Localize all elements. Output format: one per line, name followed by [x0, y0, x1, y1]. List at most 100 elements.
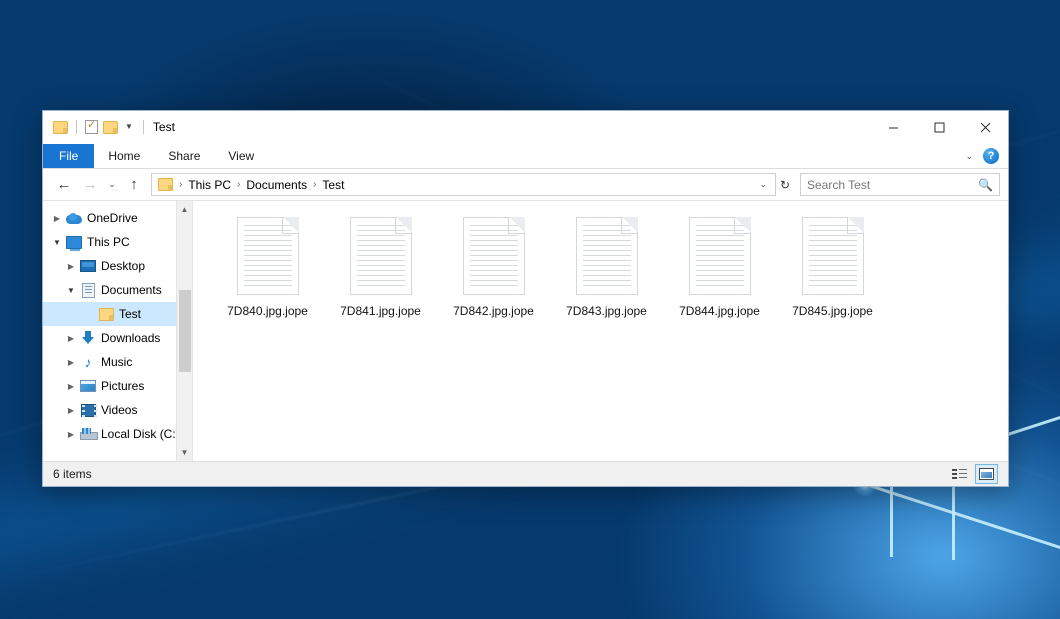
- tab-view[interactable]: View: [214, 144, 268, 168]
- sidebar-item-pictures[interactable]: ▶ Pictures: [43, 374, 192, 398]
- breadcrumb-separator: ›: [310, 179, 319, 190]
- details-view-button[interactable]: [948, 464, 971, 484]
- refresh-button[interactable]: ↻: [776, 178, 794, 192]
- chevron-right-icon[interactable]: ▶: [49, 214, 65, 223]
- divider: [76, 120, 77, 134]
- sidebar-item-label: Test: [115, 307, 141, 321]
- sidebar-item-label: Local Disk (C:): [97, 427, 180, 441]
- folder-icon: [97, 308, 115, 321]
- file-name: 7D841.jpg.jope: [340, 304, 421, 318]
- sidebar-item-downloads[interactable]: ▶ Downloads: [43, 326, 192, 350]
- chevron-right-icon[interactable]: ▶: [63, 430, 79, 439]
- sidebar-item-desktop[interactable]: ▶ Desktop: [43, 254, 192, 278]
- minimize-button[interactable]: [870, 111, 916, 144]
- document-icon: [350, 217, 412, 295]
- divider: [143, 120, 144, 134]
- view-mode-buttons: [948, 464, 998, 484]
- forward-button[interactable]: →: [77, 173, 103, 197]
- breadcrumb-separator: ›: [234, 179, 243, 190]
- scrollbar-thumb[interactable]: [179, 290, 191, 371]
- ribbon-right-controls: ⌄ ?: [965, 144, 1008, 168]
- pictures-icon: [79, 380, 97, 392]
- file-item[interactable]: 7D841.jpg.jope: [324, 213, 437, 333]
- chevron-down-icon[interactable]: ▼: [123, 123, 135, 131]
- file-item[interactable]: 7D840.jpg.jope: [211, 213, 324, 333]
- scroll-down-icon[interactable]: ▼: [177, 444, 193, 461]
- downloads-icon: [79, 331, 97, 345]
- music-icon: ♪: [79, 355, 97, 369]
- tab-home[interactable]: Home: [94, 144, 154, 168]
- sidebar-item-videos[interactable]: ▶ Videos: [43, 398, 192, 422]
- file-item[interactable]: 7D842.jpg.jope: [437, 213, 550, 333]
- document-icon: [463, 217, 525, 295]
- search-input[interactable]: Search Test 🔍: [800, 173, 1000, 196]
- chevron-right-icon[interactable]: ▶: [63, 406, 79, 415]
- back-button[interactable]: ←: [51, 173, 77, 197]
- sidebar-item-label: Music: [97, 355, 132, 369]
- file-list-pane[interactable]: 7D840.jpg.jope 7D841.jpg.jope 7D842.jpg.…: [193, 201, 1008, 461]
- sidebar-item-label: OneDrive: [83, 211, 138, 225]
- file-item[interactable]: 7D843.jpg.jope: [550, 213, 663, 333]
- videos-icon: [79, 404, 97, 417]
- tab-share[interactable]: Share: [154, 144, 214, 168]
- chevron-right-icon[interactable]: ▶: [63, 262, 79, 271]
- file-item[interactable]: 7D845.jpg.jope: [776, 213, 889, 333]
- address-bar-row: ← → ⌄ ↑ › This PC › Documents › Test ⌄ ↻…: [43, 169, 1008, 200]
- scrollbar-track[interactable]: [177, 218, 193, 444]
- scroll-up-icon[interactable]: ▲: [177, 201, 193, 218]
- document-icon: [689, 217, 751, 295]
- sidebar-item-onedrive[interactable]: ▶ OneDrive: [43, 206, 192, 230]
- sidebar-item-test[interactable]: Test: [43, 302, 192, 326]
- window-title: Test: [153, 120, 175, 134]
- help-icon[interactable]: ?: [983, 148, 999, 164]
- document-icon: [802, 217, 864, 295]
- large-icons-view-button[interactable]: [975, 464, 998, 484]
- document-icon: [576, 217, 638, 295]
- breadcrumb-item-this-pc[interactable]: This PC: [185, 178, 234, 192]
- folder-icon: [158, 178, 173, 191]
- sidebar-item-documents[interactable]: ▼ Documents: [43, 278, 192, 302]
- sidebar-item-music[interactable]: ▶ ♪ Music: [43, 350, 192, 374]
- recent-locations-icon[interactable]: ⌄: [103, 173, 121, 197]
- chevron-right-icon[interactable]: ▶: [63, 382, 79, 391]
- sidebar-item-label: Desktop: [97, 259, 145, 273]
- chevron-right-icon[interactable]: ▶: [63, 358, 79, 367]
- properties-icon[interactable]: [85, 120, 98, 134]
- file-explorer-window: ▼ Test File Home Share View ⌄ ? ← → ⌄: [42, 110, 1009, 487]
- file-name: 7D840.jpg.jope: [227, 304, 308, 318]
- folder-tree: ▶ OneDrive ▼ This PC ▶ Desktop ▼: [43, 201, 192, 446]
- breadcrumb-separator: ›: [176, 179, 185, 190]
- sidebar-item-label: This PC: [83, 235, 130, 249]
- sidebar-item-local-disk[interactable]: ▶ Local Disk (C:): [43, 422, 192, 446]
- chevron-down-icon[interactable]: ▼: [63, 286, 79, 295]
- tab-file[interactable]: File: [43, 144, 94, 168]
- navigation-scrollbar[interactable]: ▲ ▼: [176, 201, 192, 461]
- quick-access-toolbar: ▼: [43, 120, 135, 134]
- sidebar-item-label: Documents: [97, 283, 162, 297]
- window-body: ▶ OneDrive ▼ This PC ▶ Desktop ▼: [43, 200, 1008, 461]
- chevron-down-icon[interactable]: ▼: [49, 238, 65, 247]
- item-count-label: 6 items: [53, 467, 92, 481]
- address-input[interactable]: › This PC › Documents › Test ⌄: [151, 173, 776, 196]
- this-pc-icon: [65, 236, 83, 249]
- desktop-icon: [79, 260, 97, 272]
- close-button[interactable]: [962, 111, 1008, 144]
- disk-icon: [79, 428, 97, 440]
- file-name: 7D843.jpg.jope: [566, 304, 647, 318]
- chevron-right-icon[interactable]: ▶: [63, 334, 79, 343]
- folder-icon[interactable]: [53, 121, 68, 134]
- chevron-down-icon[interactable]: ⌄: [965, 151, 973, 162]
- search-icon[interactable]: 🔍: [978, 178, 993, 192]
- breadcrumb-item-documents[interactable]: Documents: [243, 178, 310, 192]
- maximize-button[interactable]: [916, 111, 962, 144]
- breadcrumb-item-test[interactable]: Test: [319, 178, 347, 192]
- file-item[interactable]: 7D844.jpg.jope: [663, 213, 776, 333]
- address-dropdown-icon[interactable]: ⌄: [755, 179, 771, 190]
- up-button[interactable]: ↑: [121, 173, 147, 197]
- sidebar-item-label: Pictures: [97, 379, 144, 393]
- document-icon: [237, 217, 299, 295]
- search-placeholder: Search Test: [807, 178, 870, 192]
- new-folder-icon[interactable]: [103, 121, 118, 134]
- details-view-icon: [952, 469, 967, 480]
- sidebar-item-this-pc[interactable]: ▼ This PC: [43, 230, 192, 254]
